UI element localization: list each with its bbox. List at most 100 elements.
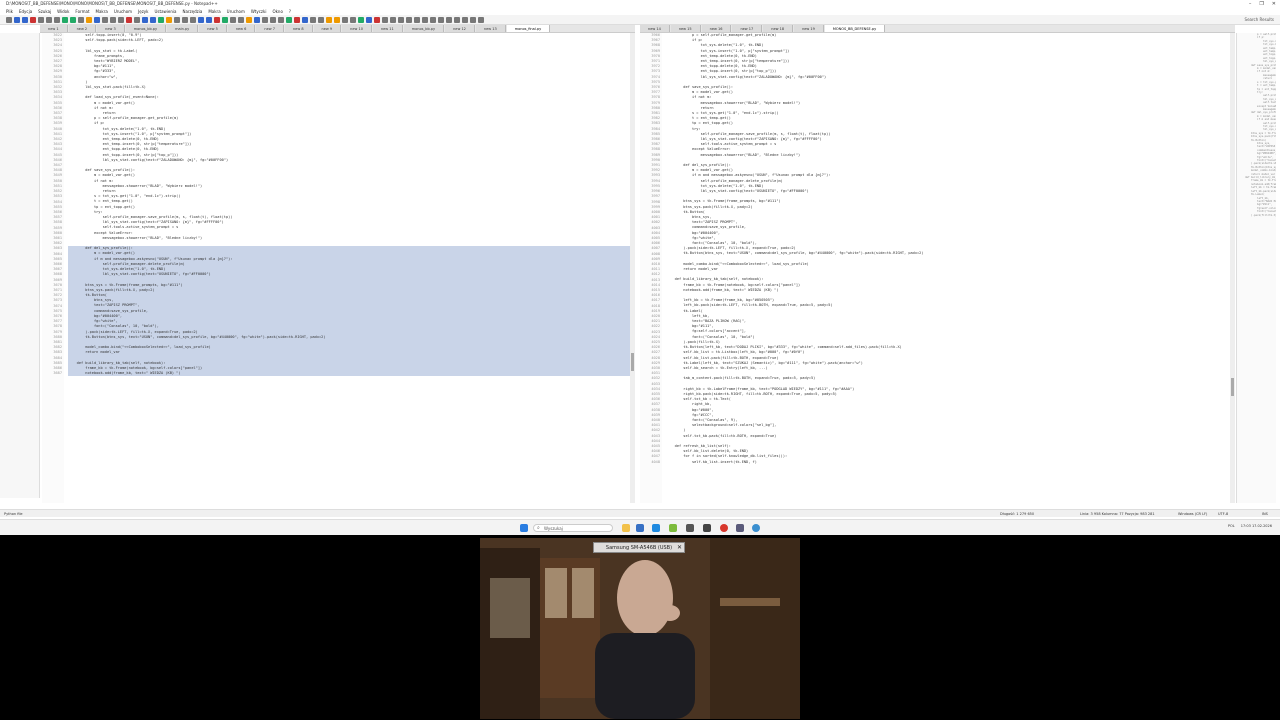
menu-item[interactable]: Uruchom	[114, 8, 132, 15]
edge-icon[interactable]	[652, 524, 660, 532]
file-tab[interactable]: new 6	[227, 25, 256, 32]
app-icon-2[interactable]	[703, 524, 711, 532]
document-map[interactable]: p = self.profile_manager.get_profile(m) …	[1236, 33, 1276, 503]
right-editor-pane[interactable]: 3966 3967 3968 3969 3970 3971 3972 3973 3974 3975…	[640, 33, 1230, 503]
left-editor-pane[interactable]: 3622 3623 3624 3625 3626 3627 3628 3629 3630 3631…	[42, 33, 630, 503]
right-code-area[interactable]: p = self.profile_manager.get_profile(m) …	[666, 33, 1230, 503]
close-button[interactable]: ✕	[1272, 0, 1276, 8]
file-tab[interactable]: new 17	[732, 25, 763, 32]
toolbar-icon[interactable]	[446, 16, 452, 23]
toolbar-icon[interactable]	[342, 16, 348, 23]
toolbar-icon[interactable]	[286, 16, 292, 23]
toolbar-icon[interactable]	[134, 16, 140, 23]
folder-workspace-panel[interactable]	[0, 33, 40, 498]
toolbar-icon[interactable]	[54, 16, 60, 23]
menu-item[interactable]: Wtyczki	[251, 8, 267, 15]
toolbar-icon[interactable]	[46, 16, 52, 23]
file-tab[interactable]: new 5	[199, 25, 227, 32]
file-tab[interactable]: new 3	[97, 25, 125, 32]
file-tab[interactable]: new 7	[256, 25, 284, 32]
toolbar-icon[interactable]	[398, 16, 404, 23]
app-icon-3[interactable]	[736, 524, 744, 532]
toolbar-icon[interactable]	[142, 16, 148, 23]
browser-icon[interactable]	[752, 524, 760, 532]
menu-item[interactable]: Język	[138, 8, 148, 15]
right-scrollbar[interactable]	[1230, 33, 1235, 503]
toolbar-icon[interactable]	[350, 16, 356, 23]
toolbar-icon[interactable]	[206, 16, 212, 23]
app-icon[interactable]	[636, 524, 644, 532]
file-tab[interactable]: new 13	[475, 25, 506, 32]
toolbar-icon[interactable]	[198, 16, 204, 23]
toolbar-icon[interactable]	[262, 16, 268, 23]
tray-clock[interactable]: 17:03 17.02.2026	[1241, 524, 1272, 528]
toolbar-icon[interactable]	[302, 16, 308, 23]
toolbar-icon[interactable]	[254, 16, 260, 23]
toolbar-icon[interactable]	[86, 16, 92, 23]
menu-item[interactable]: Edycja	[19, 8, 32, 15]
toolbar-icon[interactable]	[158, 16, 164, 23]
toolbar-icon[interactable]	[294, 16, 300, 23]
terminal-icon[interactable]	[686, 524, 694, 532]
toolbar-icon[interactable]	[438, 16, 444, 23]
menu-item[interactable]: Narzędzia	[182, 8, 202, 15]
file-tab[interactable]: main.py	[167, 25, 199, 32]
toolbar-icon[interactable]	[470, 16, 476, 23]
toolbar-icon[interactable]	[414, 16, 420, 23]
toolbar-icon[interactable]	[310, 16, 316, 23]
toolbar-icon[interactable]	[334, 16, 340, 23]
notepad-plus-icon[interactable]	[669, 524, 677, 532]
menu-item[interactable]: Widok	[57, 8, 69, 15]
file-tab[interactable]: new 11	[372, 25, 403, 32]
menu-item[interactable]: Okno	[272, 8, 282, 15]
file-tab[interactable]: new 14	[640, 25, 670, 32]
start-icon[interactable]	[520, 524, 528, 532]
toolbar-icon[interactable]	[102, 16, 108, 23]
file-tab[interactable]: new 12	[445, 25, 475, 32]
toolbar-icon[interactable]	[174, 16, 180, 23]
toolbar-icon[interactable]	[270, 16, 276, 23]
menu-item[interactable]: Plik	[6, 8, 13, 15]
toolbar-icon[interactable]	[390, 16, 396, 23]
toolbar-icon[interactable]	[454, 16, 460, 23]
toolbar-icon[interactable]	[166, 16, 172, 23]
file-explorer-icon[interactable]	[622, 524, 630, 532]
left-code-area[interactable]: self.topp.insert(0, "0.9") self.topp.pac…	[68, 33, 630, 503]
file-tab[interactable]: monos_bb.py	[125, 25, 167, 32]
toolbar-icon[interactable]	[78, 16, 84, 23]
menu-item[interactable]: Ustawienia	[154, 8, 176, 15]
toolbar-icon[interactable]	[6, 16, 12, 23]
toolbar-icon[interactable]	[326, 16, 332, 23]
search-results-label[interactable]: Search Results	[1245, 17, 1274, 22]
toolbar-icon[interactable]	[118, 16, 124, 23]
file-tab[interactable]: new 18	[763, 25, 794, 32]
toolbar-icon[interactable]	[22, 16, 28, 23]
close-icon[interactable]: ✕	[677, 543, 682, 553]
toolbar-icon[interactable]	[246, 16, 252, 23]
toolbar-icon[interactable]	[182, 16, 188, 23]
right-scroll-thumb[interactable]	[1231, 378, 1234, 396]
toolbar-icon[interactable]	[478, 16, 484, 23]
toolbar-icon[interactable]	[462, 16, 468, 23]
tray-language[interactable]: POL	[1228, 524, 1235, 528]
toolbar-icon[interactable]	[366, 16, 372, 23]
file-tab[interactable]: new 16	[701, 25, 732, 32]
menu-item[interactable]: Szukaj	[38, 8, 51, 15]
code-line[interactable]: notebook.add(frame_kb, text=" WIEDZA (KB…	[68, 371, 630, 377]
menu-item[interactable]: ?	[289, 8, 291, 15]
file-tab[interactable]: monos_final.py	[506, 25, 551, 32]
minimize-button[interactable]: –	[1249, 0, 1252, 8]
code-line[interactable]: self.kb_list.insert(tk.END, f)	[666, 460, 1230, 465]
toolbar-icon[interactable]	[38, 16, 44, 23]
toolbar-icon[interactable]	[406, 16, 412, 23]
toolbar-icon[interactable]	[150, 16, 156, 23]
file-tab[interactable]: new 9	[313, 25, 342, 32]
chrome-icon[interactable]	[720, 524, 728, 532]
file-tab[interactable]: new 2	[68, 25, 97, 32]
toolbar-icon[interactable]	[62, 16, 68, 23]
file-tab[interactable]: new 1	[40, 25, 68, 32]
toolbar-icon[interactable]	[110, 16, 116, 23]
file-tab[interactable]: new 8	[284, 25, 313, 32]
toolbar-icon[interactable]	[238, 16, 244, 23]
toolbar-icon[interactable]	[190, 16, 196, 23]
